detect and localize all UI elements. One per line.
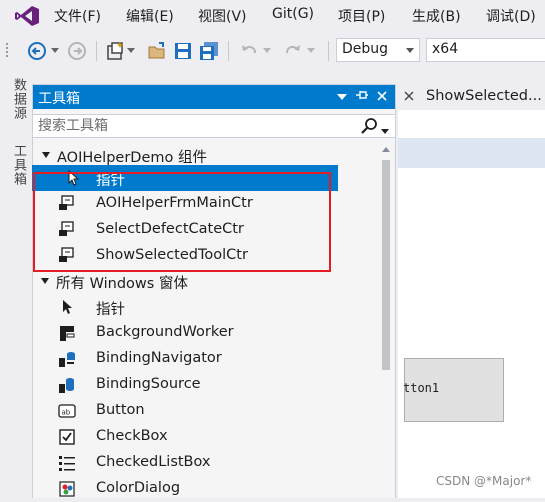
undo-dropdown-icon[interactable] <box>262 40 272 62</box>
solution-configuration-select[interactable]: Debug <box>336 38 420 62</box>
toolbox-tab[interactable]: 工具箱 <box>9 144 28 186</box>
toolbox-title: 工具箱 <box>38 91 80 107</box>
toolbox-scrollbar[interactable] <box>379 144 393 498</box>
toolbox-item[interactable]: CheckBox <box>32 424 377 450</box>
expand-collapse-icon[interactable] <box>41 278 49 284</box>
toolbar-separator <box>328 41 329 61</box>
toolbox-item[interactable]: BindingSource <box>32 372 377 398</box>
toolbar-separator <box>228 41 229 61</box>
open-file-icon[interactable] <box>146 40 168 62</box>
highlight-annotation-box <box>33 172 331 272</box>
save-icon[interactable] <box>172 40 194 62</box>
toolbox-item[interactable]: ColorDialog <box>32 476 377 502</box>
toolbar-separator <box>96 41 97 61</box>
scroll-up-icon[interactable] <box>382 147 390 152</box>
toolbox-item[interactable]: 指针 <box>32 294 377 320</box>
checkbox-icon <box>58 428 76 446</box>
visual-studio-logo-icon[interactable] <box>14 5 40 27</box>
data-sources-tab[interactable]: 数据源 <box>9 78 28 120</box>
item-label: CheckBox <box>96 428 168 444</box>
side-tab-strip: 数据源 工具箱 <box>0 70 32 498</box>
item-label: BindingNavigator <box>96 350 222 366</box>
new-project-icon[interactable] <box>104 40 126 62</box>
item-label: CheckedListBox <box>96 454 211 470</box>
menu-edit[interactable]: 编辑(E) <box>126 6 174 26</box>
toolbox-title-bar[interactable]: 工具箱 <box>33 85 395 109</box>
toolbox-search-box <box>33 114 395 138</box>
color-dialog-icon <box>58 480 76 498</box>
item-label: BindingSource <box>96 376 201 392</box>
window-position-dropdown-icon[interactable] <box>333 88 351 106</box>
group-label: AOIHelperDemo 组件 <box>57 150 207 166</box>
navigate-forward-icon[interactable] <box>66 40 88 62</box>
menu-file[interactable]: 文件(F) <box>54 6 101 26</box>
document-tab-title: ShowSelected... <box>426 88 542 104</box>
menu-bar: 文件(F) 编辑(E) 视图(V) Git(G) 项目(P) 生成(B) 调试(… <box>0 0 545 32</box>
toolbox-item[interactable]: BackgroundWorker <box>32 320 377 346</box>
undo-icon[interactable] <box>238 40 260 62</box>
expand-collapse-icon[interactable] <box>42 152 50 158</box>
save-all-icon[interactable] <box>198 40 220 62</box>
solution-platform-select[interactable]: x64 <box>426 38 545 62</box>
button-icon: ab <box>58 402 76 420</box>
toolbox-item[interactable]: BindingNavigator <box>32 346 377 372</box>
menu-debug[interactable]: 调试(D) <box>486 6 536 26</box>
item-label: ColorDialog <box>96 480 181 496</box>
solution-configuration-value: Debug <box>342 41 389 57</box>
close-icon[interactable] <box>373 88 391 106</box>
navigate-back-icon[interactable] <box>26 40 48 62</box>
search-options-dropdown-icon[interactable] <box>381 123 389 139</box>
binding-source-icon <box>58 376 76 394</box>
back-dropdown-icon[interactable] <box>50 40 60 62</box>
item-label: 指针 <box>96 302 125 318</box>
design-surface[interactable] <box>398 168 545 498</box>
designer-document: ShowSelected... tton1 <box>398 84 545 498</box>
designer-header-strip <box>398 138 545 168</box>
auto-hide-pin-icon[interactable] <box>353 88 371 106</box>
chevron-down-icon <box>406 48 414 53</box>
binding-navigator-icon <box>58 350 76 368</box>
new-project-dropdown-icon[interactable] <box>126 40 136 62</box>
toolbox-item[interactable]: ab Button <box>32 398 377 424</box>
group-label: 所有 Windows 窗体 <box>56 276 188 292</box>
watermark-text: CSDN @*Major* <box>436 474 532 488</box>
redo-dropdown-icon[interactable] <box>306 40 316 62</box>
toolbar-grip-icon[interactable] <box>4 40 12 62</box>
document-tab[interactable]: ShowSelected... <box>398 84 545 110</box>
designer-button-control[interactable]: tton1 <box>403 358 504 422</box>
background-worker-icon <box>58 324 76 342</box>
menu-git[interactable]: Git(G) <box>272 6 314 22</box>
pointer-icon <box>58 298 76 316</box>
checked-listbox-icon <box>58 454 76 472</box>
toolbox-item[interactable]: CheckedListBox <box>32 450 377 476</box>
menu-view[interactable]: 视图(V) <box>198 6 247 26</box>
menu-project[interactable]: 项目(P) <box>338 6 385 26</box>
search-icon[interactable] <box>360 117 378 139</box>
item-label: Button <box>96 402 145 418</box>
toolbox-search-input[interactable] <box>38 117 348 135</box>
item-label: BackgroundWorker <box>96 324 234 340</box>
standard-toolbar: Debug x64 <box>0 32 545 70</box>
redo-icon[interactable] <box>282 40 304 62</box>
designer-button-text: tton1 <box>403 381 440 395</box>
scrollbar-thumb[interactable] <box>382 160 390 370</box>
close-tab-icon[interactable] <box>404 88 414 105</box>
svg-text:ab: ab <box>62 409 71 417</box>
solution-platform-value: x64 <box>432 41 459 57</box>
menu-build[interactable]: 生成(B) <box>412 6 461 26</box>
